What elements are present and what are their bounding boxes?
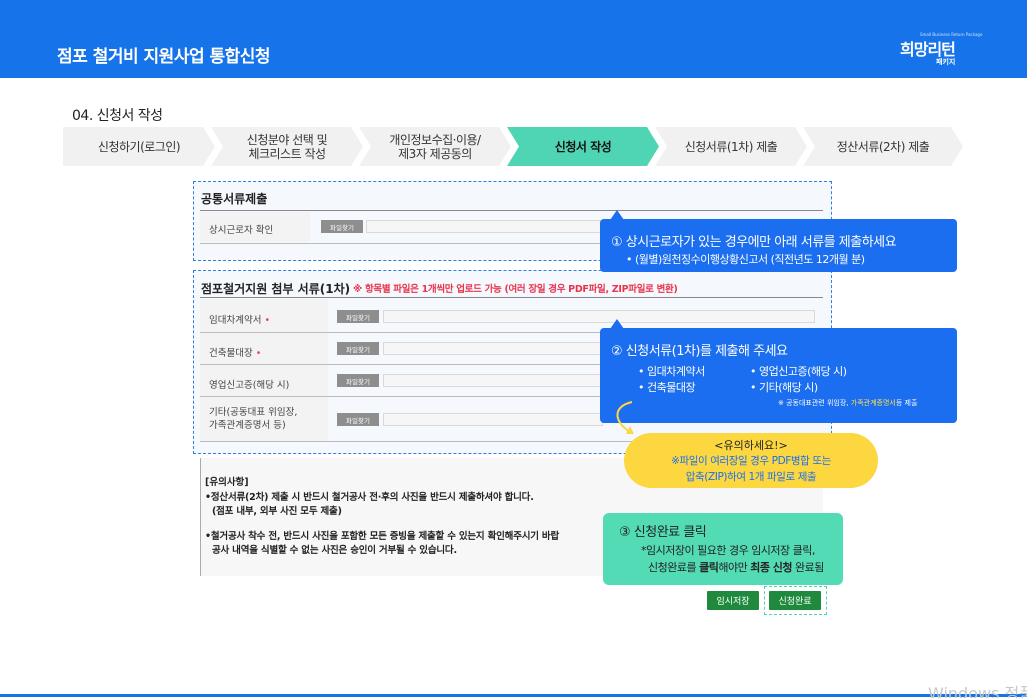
- page-title: 점포 철거비 지원사업 통합신청: [57, 47, 271, 67]
- callout-employee-docs: ① 상시근로자가 있는 경우에만 아래 서류를 제출하세요 • (월별)원천징수…: [600, 219, 957, 272]
- warning-title: <유의하세요!>: [714, 439, 788, 452]
- header-bar: 점포 철거비 지원사업 통합신청 Small Business Return P…: [0, 0, 1027, 78]
- callout-first-docs: ② 신청서류(1차)를 제출해 주세요 • 임대차계약서 • 건축물대장 • 영…: [600, 328, 957, 423]
- section-title: 04. 신청서 작성: [72, 108, 163, 124]
- row-label-lease: 임대차계약서 •: [209, 315, 271, 326]
- callout-note: ※ 공동대표관련 위임장, 가족관계증명서등 제출: [778, 399, 918, 407]
- temp-save-button[interactable]: 임시저장: [707, 591, 759, 610]
- file-path-field[interactable]: [366, 220, 606, 233]
- step-submit-docs-2: 정산서류(2차) 제출: [803, 127, 963, 166]
- file-browse-button[interactable]: 파일찾기: [337, 413, 379, 426]
- file-path-field[interactable]: [383, 374, 603, 387]
- step-submit-docs-1: 신청서류(1차) 제출: [655, 127, 807, 166]
- hope-return-logo: Small Business Return Package 희망리턴 패키지: [900, 32, 982, 70]
- callout-item: • 기타(해당 시): [750, 381, 818, 394]
- callout-title: ③ 신청완료 클릭: [619, 525, 707, 540]
- step-label: 정산서류(2차) 제출: [836, 139, 930, 154]
- row-label-employee-check: 상시근로자 확인: [209, 225, 274, 236]
- callout-title: ① 상시근로자가 있는 경우에만 아래 서류를 제출하세요: [611, 235, 897, 250]
- step-label: 신청서류(1차) 제출: [684, 139, 778, 154]
- notes-line: (점포 내부, 외부 사진 모두 제출): [212, 506, 342, 517]
- callout-item: • 영업신고증(해당 시): [750, 365, 847, 378]
- callout-line: • (월별)원천징수이행상황신고서 (직전년도 12개월 분): [626, 253, 865, 266]
- file-browse-button[interactable]: 파일찾기: [321, 220, 363, 233]
- callout-title: ② 신청서류(1차)를 제출해 주세요: [611, 344, 788, 359]
- notes-line: •정산서류(2차) 제출 시 반드시 철거공사 전·후의 사진을 반드시 제출하…: [205, 492, 534, 503]
- common-docs-heading: 공통서류제출: [201, 192, 268, 206]
- notes-line: 공사 내역을 식별할 수 없는 사진은 승인이 거부될 수 있습니다.: [212, 545, 457, 556]
- file-path-field[interactable]: [383, 342, 603, 355]
- callout-line: 신청완료를 클릭해야만 최종 신청 완료됨: [648, 561, 824, 574]
- warning-line: 압축(ZIP)하여 1개 파일로 제출: [685, 471, 817, 483]
- upload-notice: ※ 항목별 파일은 1개씩만 업로드 가능 (여러 장일 경우 PDF파일, Z…: [353, 284, 678, 295]
- notes-line: •철거공사 착수 전, 반드시 사진을 포함한 모든 증빙을 제출할 수 있는지…: [205, 531, 560, 542]
- step-write-application: 신청서 작성: [507, 127, 659, 166]
- warning-line: ※파일이 여러장일 경우 PDF병합 또는: [671, 455, 831, 467]
- submit-button[interactable]: 신청완료: [769, 591, 821, 610]
- callout-item: • 임대차계약서: [638, 365, 705, 378]
- step-label: 개인정보수집·이용/제3자 제공동의: [389, 132, 481, 161]
- file-browse-button[interactable]: 파일찾기: [337, 310, 379, 323]
- divider: [200, 297, 823, 298]
- file-path-field[interactable]: [383, 413, 603, 426]
- logo-subtext: 패키지: [936, 58, 956, 66]
- notes-title: [유의사항]: [205, 477, 249, 488]
- step-label: 신청서 작성: [554, 139, 612, 154]
- file-path-field[interactable]: [383, 310, 815, 323]
- row-label-other: 기타(공동대표 위임장, 가족관계증명서 등): [209, 407, 298, 431]
- step-label: 신청분야 선택 및 체크리스트 작성: [246, 132, 328, 161]
- progress-steps: 신청하기(로그인) 신청분야 선택 및 체크리스트 작성 개인정보수집·이용/제3…: [63, 127, 963, 166]
- step-login: 신청하기(로그인): [63, 127, 215, 166]
- file-browse-button[interactable]: 파일찾기: [337, 342, 379, 355]
- divider: [200, 210, 823, 211]
- callout-submit-guide: ③ 신청완료 클릭 *임시저장이 필요한 경우 임시저장 클릭, 신청완료를 클…: [603, 513, 843, 585]
- file-browse-button[interactable]: 파일찾기: [337, 374, 379, 387]
- step-select-field: 신청분야 선택 및 체크리스트 작성: [211, 127, 363, 166]
- footer-line: [0, 694, 1027, 697]
- warning-bubble: <유의하세요!> ※파일이 여러장일 경우 PDF병합 또는 압축(ZIP)하여…: [624, 433, 878, 488]
- row-label-building-register: 건축물대장 •: [209, 348, 262, 359]
- step-privacy-consent: 개인정보수집·이용/제3자 제공동의: [359, 127, 511, 166]
- row-label-business-report: 영업신고증(해당 시): [209, 380, 290, 391]
- step-label: 신청하기(로그인): [97, 139, 181, 154]
- windows-watermark: Windows 정품: [928, 684, 1027, 698]
- callout-item: • 건축물대장: [638, 381, 696, 394]
- callout-line: *임시저장이 필요한 경우 임시저장 클릭,: [641, 544, 815, 557]
